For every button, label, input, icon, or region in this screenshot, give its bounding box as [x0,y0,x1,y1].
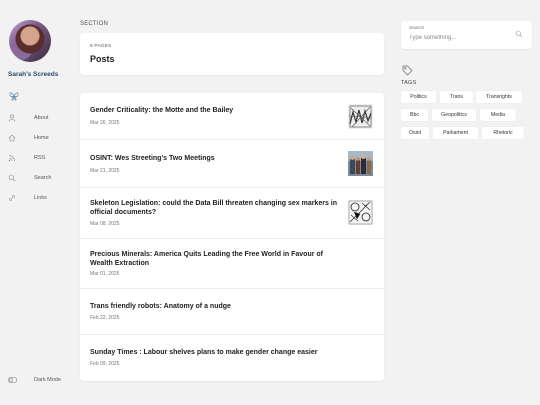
search-icon [8,174,16,182]
nav-item-label: Home [34,135,49,141]
link-icon [9,195,15,201]
nav-item-label: Links [34,195,47,201]
tag-transrights[interactable]: Transrights [476,91,522,103]
post-thumbnail[interactable] [348,104,373,129]
post-title[interactable]: Sunday Times : Labour shelves plans to m… [90,348,340,357]
search-box: Search [401,21,532,49]
page-count: 6 PAGES [90,44,112,49]
nav-item-search[interactable]: Search [8,172,78,184]
post-date: Mar 08, 2025 [90,221,120,227]
nav-item-label: About [34,115,49,121]
post-title[interactable]: OSINT: Wes Streeting's Two Meetings [90,154,340,163]
post-thumbnail[interactable] [348,200,373,225]
section-label: SECTION [80,21,109,27]
tag-rhetoric[interactable]: Rhetoric [482,127,524,139]
post-item[interactable]: Trans friendly robots: Anatomy of a nudg… [80,289,384,335]
butterfly-icon[interactable] [9,92,19,101]
post-item[interactable]: Precious Minerals: America Quits Leading… [80,239,384,289]
site-title[interactable]: Sarah's Screeds [8,71,58,78]
tag-geopolitics[interactable]: Geopolitics [432,109,476,121]
nav-item-home[interactable]: Home [8,132,78,144]
post-date: Mar 26, 2025 [90,120,120,126]
post-item[interactable]: Skeleton Legislation: could the Data Bil… [80,188,384,239]
post-title[interactable]: Gender Criticality: the Motte and the Ba… [90,106,340,115]
post-title[interactable]: Precious Minerals: America Quits Leading… [90,250,340,268]
nav-item-about[interactable]: About [8,112,78,124]
post-date: Feb 22, 2025 [90,315,120,321]
toggle-icon [8,377,17,383]
home-icon [8,134,16,142]
tag-icon [402,65,413,76]
tag-osint[interactable]: Osint [401,127,429,139]
avatar[interactable] [9,20,51,62]
tag-politics[interactable]: Politics [401,91,436,103]
post-item[interactable]: Gender Criticality: the Motte and the Ba… [80,93,384,140]
nav-item-links[interactable]: Links [8,192,78,204]
nav-item-label: Search [34,175,52,181]
post-date: Mar 21, 2025 [90,168,120,174]
tags-label: TAGS [401,80,417,86]
sidebar: Sarah's Screeds About Home RSS Search Li… [0,0,64,405]
post-item[interactable]: OSINT: Wes Streeting's Two Meetings Mar … [80,140,384,188]
post-title[interactable]: Trans friendly robots: Anatomy of a nudg… [90,302,340,311]
post-date: Feb 09, 2025 [90,361,120,367]
dark-mode-label: Dark Mode [34,377,61,383]
post-title[interactable]: Skeleton Legislation: could the Data Bil… [90,199,340,217]
tag-media[interactable]: Media [480,109,516,121]
section-header-card: 6 PAGES Posts [80,33,384,75]
nav-item-label: RSS [34,155,46,161]
user-icon [8,114,16,122]
post-list: Gender Criticality: the Motte and the Ba… [80,93,384,381]
post-item[interactable]: Sunday Times : Labour shelves plans to m… [80,335,384,381]
tag-parliament[interactable]: Parliament [433,127,478,139]
tag-bbc[interactable]: Bbc [401,109,428,121]
page-title: Posts [90,54,115,64]
tag-trans[interactable]: Trans [440,91,473,103]
search-label: Search [409,26,425,31]
search-icon[interactable] [515,30,523,38]
rss-icon [8,155,15,162]
post-date: Mar 01, 2025 [90,271,120,277]
post-thumbnail[interactable] [348,151,373,176]
search-input[interactable] [409,33,509,43]
nav-item-rss[interactable]: RSS [8,152,78,164]
dark-mode-toggle[interactable]: Dark Mode [8,374,78,386]
